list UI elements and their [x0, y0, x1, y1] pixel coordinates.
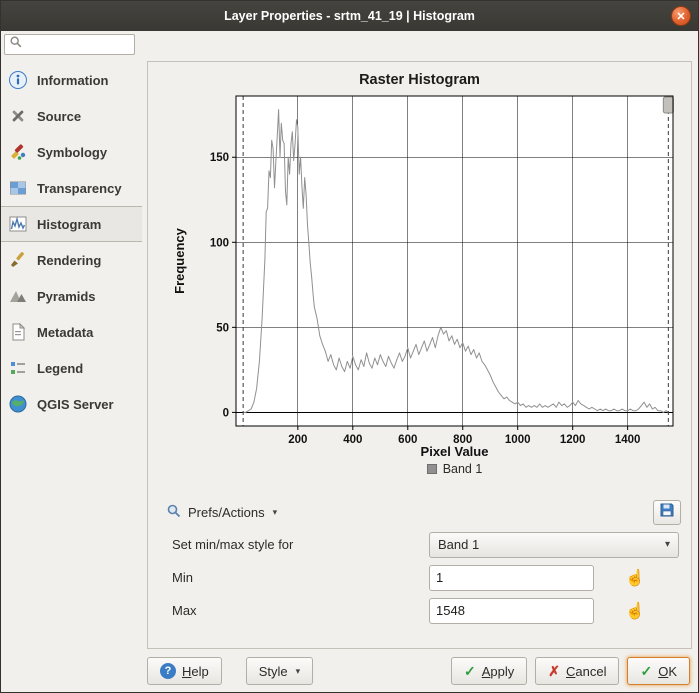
chevron-down-icon: ▾: [665, 539, 670, 550]
sidebar-item-information[interactable]: Information: [1, 62, 142, 98]
x-tick-label: 400: [343, 434, 362, 446]
min-input[interactable]: [429, 565, 594, 591]
cancel-button[interactable]: ✗ Cancel: [535, 657, 619, 685]
max-marker-handle[interactable]: [663, 97, 673, 113]
sidebar-item-symbology[interactable]: Symbology: [1, 134, 142, 170]
band-select[interactable]: Band 1 ▾: [429, 532, 679, 558]
max-input[interactable]: [429, 598, 594, 624]
sidebar-item-metadata[interactable]: Metadata: [1, 314, 142, 350]
sidebar-item-label: Pyramids: [37, 289, 96, 304]
max-pick-hand-icon[interactable]: ☝: [625, 601, 645, 621]
set-minmax-row: Set min/max style for Band 1 ▾: [172, 531, 679, 558]
sidebar-item-label: QGIS Server: [37, 397, 114, 412]
sidebar-item-source[interactable]: Source: [1, 98, 142, 134]
apply-label: Apply: [482, 664, 515, 679]
min-pick-hand-icon[interactable]: ☝: [625, 568, 645, 588]
transparency-icon: [8, 178, 28, 198]
chevron-down-icon: ▾: [273, 507, 278, 518]
chart-legend: Band 1: [218, 462, 691, 476]
ok-check-icon: ✓: [640, 663, 652, 680]
x-tick-label: 600: [398, 434, 417, 446]
sidebar-item-label: Information: [37, 73, 109, 88]
sidebar-search[interactable]: [4, 34, 135, 55]
apply-button[interactable]: ✓ Apply: [451, 657, 527, 685]
sidebar-item-label: Metadata: [37, 325, 93, 340]
rendering-icon: [8, 250, 28, 270]
close-button[interactable]: ✕: [671, 6, 691, 26]
cancel-cross-icon: ✗: [548, 663, 560, 680]
sidebar-item-label: Rendering: [37, 253, 101, 268]
search-icon: [9, 35, 23, 54]
prefs-magnifier-icon: [166, 503, 182, 522]
sidebar-item-label: Source: [37, 109, 81, 124]
chart-title: Raster Histogram: [148, 72, 691, 88]
cancel-label: Cancel: [566, 664, 606, 679]
y-tick-label: 100: [209, 237, 228, 249]
min-label: Min: [172, 570, 193, 585]
save-icon: [659, 502, 675, 523]
sidebar-item-legend[interactable]: Legend: [1, 350, 142, 386]
help-icon: ?: [160, 663, 176, 679]
plot-area: [236, 96, 673, 426]
search-input[interactable]: [27, 37, 130, 53]
symbology-icon: [8, 142, 28, 162]
save-histogram-button[interactable]: [653, 500, 681, 525]
source-icon: [8, 106, 28, 126]
sidebar-item-label: Legend: [37, 361, 83, 376]
apply-check-icon: ✓: [464, 663, 476, 680]
legend-icon: [8, 358, 28, 378]
window-title: Layer Properties - srtm_41_19 | Histogra…: [224, 9, 475, 23]
prefs-row: Prefs/Actions ▾: [160, 500, 681, 525]
sidebar-item-label: Symbology: [37, 145, 107, 160]
sidebar-item-histogram[interactable]: Histogram: [1, 206, 142, 242]
pyramids-icon: [8, 286, 28, 306]
help-label: Help: [182, 664, 209, 679]
band1-legend-label: Band 1: [443, 462, 483, 476]
raster-histogram-chart[interactable]: 200400600800100012001400050100150Frequen…: [150, 90, 690, 462]
properties-nav: Information Source Symbology Transparenc…: [1, 62, 142, 422]
metadata-icon: [8, 322, 28, 342]
prefs-actions-label: Prefs/Actions: [188, 505, 265, 520]
band-select-value: Band 1: [438, 537, 479, 552]
prefs-actions-button[interactable]: Prefs/Actions ▾: [160, 500, 283, 525]
x-tick-label: 1000: [504, 434, 530, 446]
x-axis-label: Pixel Value: [420, 444, 488, 459]
sidebar-item-transparency[interactable]: Transparency: [1, 170, 142, 206]
sidebar-item-label: Transparency: [37, 181, 122, 196]
ok-button[interactable]: ✓ OK: [627, 657, 690, 685]
set-minmax-label: Set min/max style for: [172, 537, 293, 552]
style-button[interactable]: Style ▾: [246, 657, 313, 685]
sidebar-item-pyramids[interactable]: Pyramids: [1, 278, 142, 314]
x-tick-label: 1400: [614, 434, 640, 446]
style-label: Style: [259, 664, 288, 679]
sidebar-item-rendering[interactable]: Rendering: [1, 242, 142, 278]
histogram-icon: [8, 214, 28, 234]
max-label: Max: [172, 603, 197, 618]
chevron-down-icon: ▾: [296, 666, 301, 677]
x-tick-label: 1200: [559, 434, 585, 446]
x-tick-label: 200: [288, 434, 307, 446]
information-icon: [8, 70, 28, 90]
y-tick-label: 0: [222, 407, 228, 419]
sidebar-item-label: Histogram: [37, 217, 101, 232]
sidebar-item-qgis-server[interactable]: QGIS Server: [1, 386, 142, 422]
dialog-footer: ? Help Style ▾ ✓ Apply ✗ Cancel ✓ OK: [147, 657, 690, 685]
titlebar: Layer Properties - srtm_41_19 | Histogra…: [1, 1, 698, 31]
min-row: Min ☝: [172, 564, 679, 591]
y-axis-label: Frequency: [172, 227, 187, 294]
ok-label: OK: [658, 664, 677, 679]
y-tick-label: 50: [216, 322, 229, 334]
help-button[interactable]: ? Help: [147, 657, 222, 685]
y-tick-label: 150: [209, 152, 228, 164]
max-row: Max ☝: [172, 597, 679, 624]
qgis-server-icon: [8, 394, 28, 414]
histogram-panel: Raster Histogram 20040060080010001200140…: [147, 61, 692, 649]
band1-legend-swatch: [427, 464, 437, 474]
layer-properties-dialog: Layer Properties - srtm_41_19 | Histogra…: [0, 0, 699, 693]
